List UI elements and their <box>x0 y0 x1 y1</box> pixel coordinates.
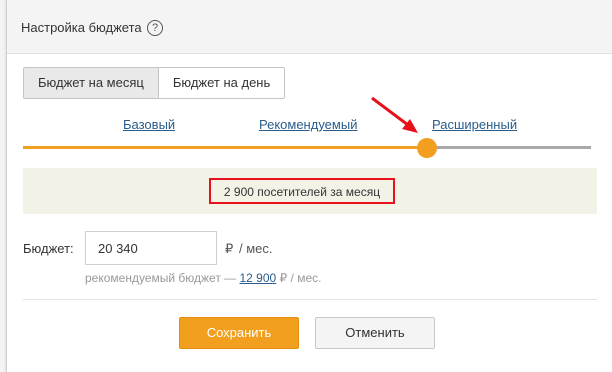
red-arrow-icon <box>371 96 418 133</box>
annotation-arrow-shaft <box>371 96 413 130</box>
